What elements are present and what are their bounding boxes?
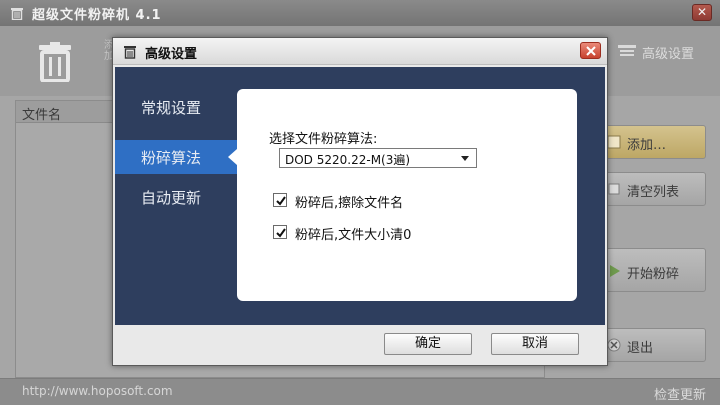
column-header-filename[interactable]: 文件名 [22,104,61,123]
dialog-close-button[interactable] [580,42,601,59]
dropdown-arrow-icon [461,156,469,161]
exit-button[interactable]: 退出 [600,328,706,362]
app-trash-icon [10,6,24,21]
algorithm-selected-value: DOD 5220.22-M(3遍) [285,153,411,167]
dialog-trash-icon [123,45,137,63]
nav-algorithm-label: 粉碎算法 [141,149,202,167]
clear-list-button[interactable]: 清空列表 [600,172,706,206]
clear-icon [607,182,621,196]
ok-button[interactable]: 确定 [384,333,472,355]
advanced-settings-link[interactable]: 高级设置 [642,43,694,62]
erase-filename-checkbox[interactable] [273,193,287,207]
nav-auto-update[interactable]: 自动更新 [115,180,237,214]
main-titlebar: 超级文件粉碎机 4.1 ✕ [0,0,720,26]
app-title: 超级文件粉碎机 4.1 [32,8,162,23]
erase-filename-label: 粉碎后,擦除文件名 [295,196,404,211]
play-icon [607,264,621,278]
exit-label: 退出 [627,341,654,356]
website-link[interactable]: http://www.hoposoft.com [22,384,173,398]
trash-icon[interactable] [36,42,74,86]
start-shred-label: 开始粉碎 [627,267,680,282]
nav-shred-algorithm[interactable]: 粉碎算法 [115,140,237,174]
checkmark-icon [276,196,286,206]
dialog-footer: 确定 取消 [113,327,607,365]
nav-general-settings[interactable]: 常规设置 [115,90,237,124]
start-shred-button[interactable]: 开始粉碎 [600,248,706,292]
algorithm-dropdown[interactable]: DOD 5220.22-M(3遍) [279,148,477,168]
dialog-titlebar: 高级设置 [113,38,607,65]
add-files-label: 添加… [627,138,667,153]
dialog-body: 常规设置 粉碎算法 自动更新 选择文件粉碎算法: DOD 5220.22-M(3… [115,67,605,325]
checkmark-icon [276,228,286,238]
status-bar: http://www.hoposoft.com 检查更新 [0,378,720,405]
nav-update-label: 自动更新 [141,189,202,207]
add-icon [607,135,621,149]
cancel-button[interactable]: 取消 [491,333,579,355]
advanced-settings-dialog: 高级设置 常规设置 粉碎算法 自动更新 选择文件粉碎算法: DOD 5220.2… [112,37,608,366]
nav-general-label: 常规设置 [141,99,202,117]
add-files-button[interactable]: 添加… [600,125,706,159]
dialog-title: 高级设置 [145,47,198,62]
algorithm-label: 选择文件粉碎算法: [269,132,378,147]
main-close-button[interactable]: ✕ [692,4,712,21]
settings-icon [618,45,636,63]
zero-filesize-checkbox[interactable] [273,225,287,239]
selected-indicator [228,149,237,165]
clear-list-label: 清空列表 [627,185,680,200]
algorithm-panel: 选择文件粉碎算法: DOD 5220.22-M(3遍) 粉碎后,擦除文件名 粉碎… [237,89,577,301]
zero-filesize-label: 粉碎后,文件大小清0 [295,228,412,243]
check-update-link[interactable]: 检查更新 [654,384,706,403]
exit-icon [607,338,621,352]
close-icon [586,46,596,56]
